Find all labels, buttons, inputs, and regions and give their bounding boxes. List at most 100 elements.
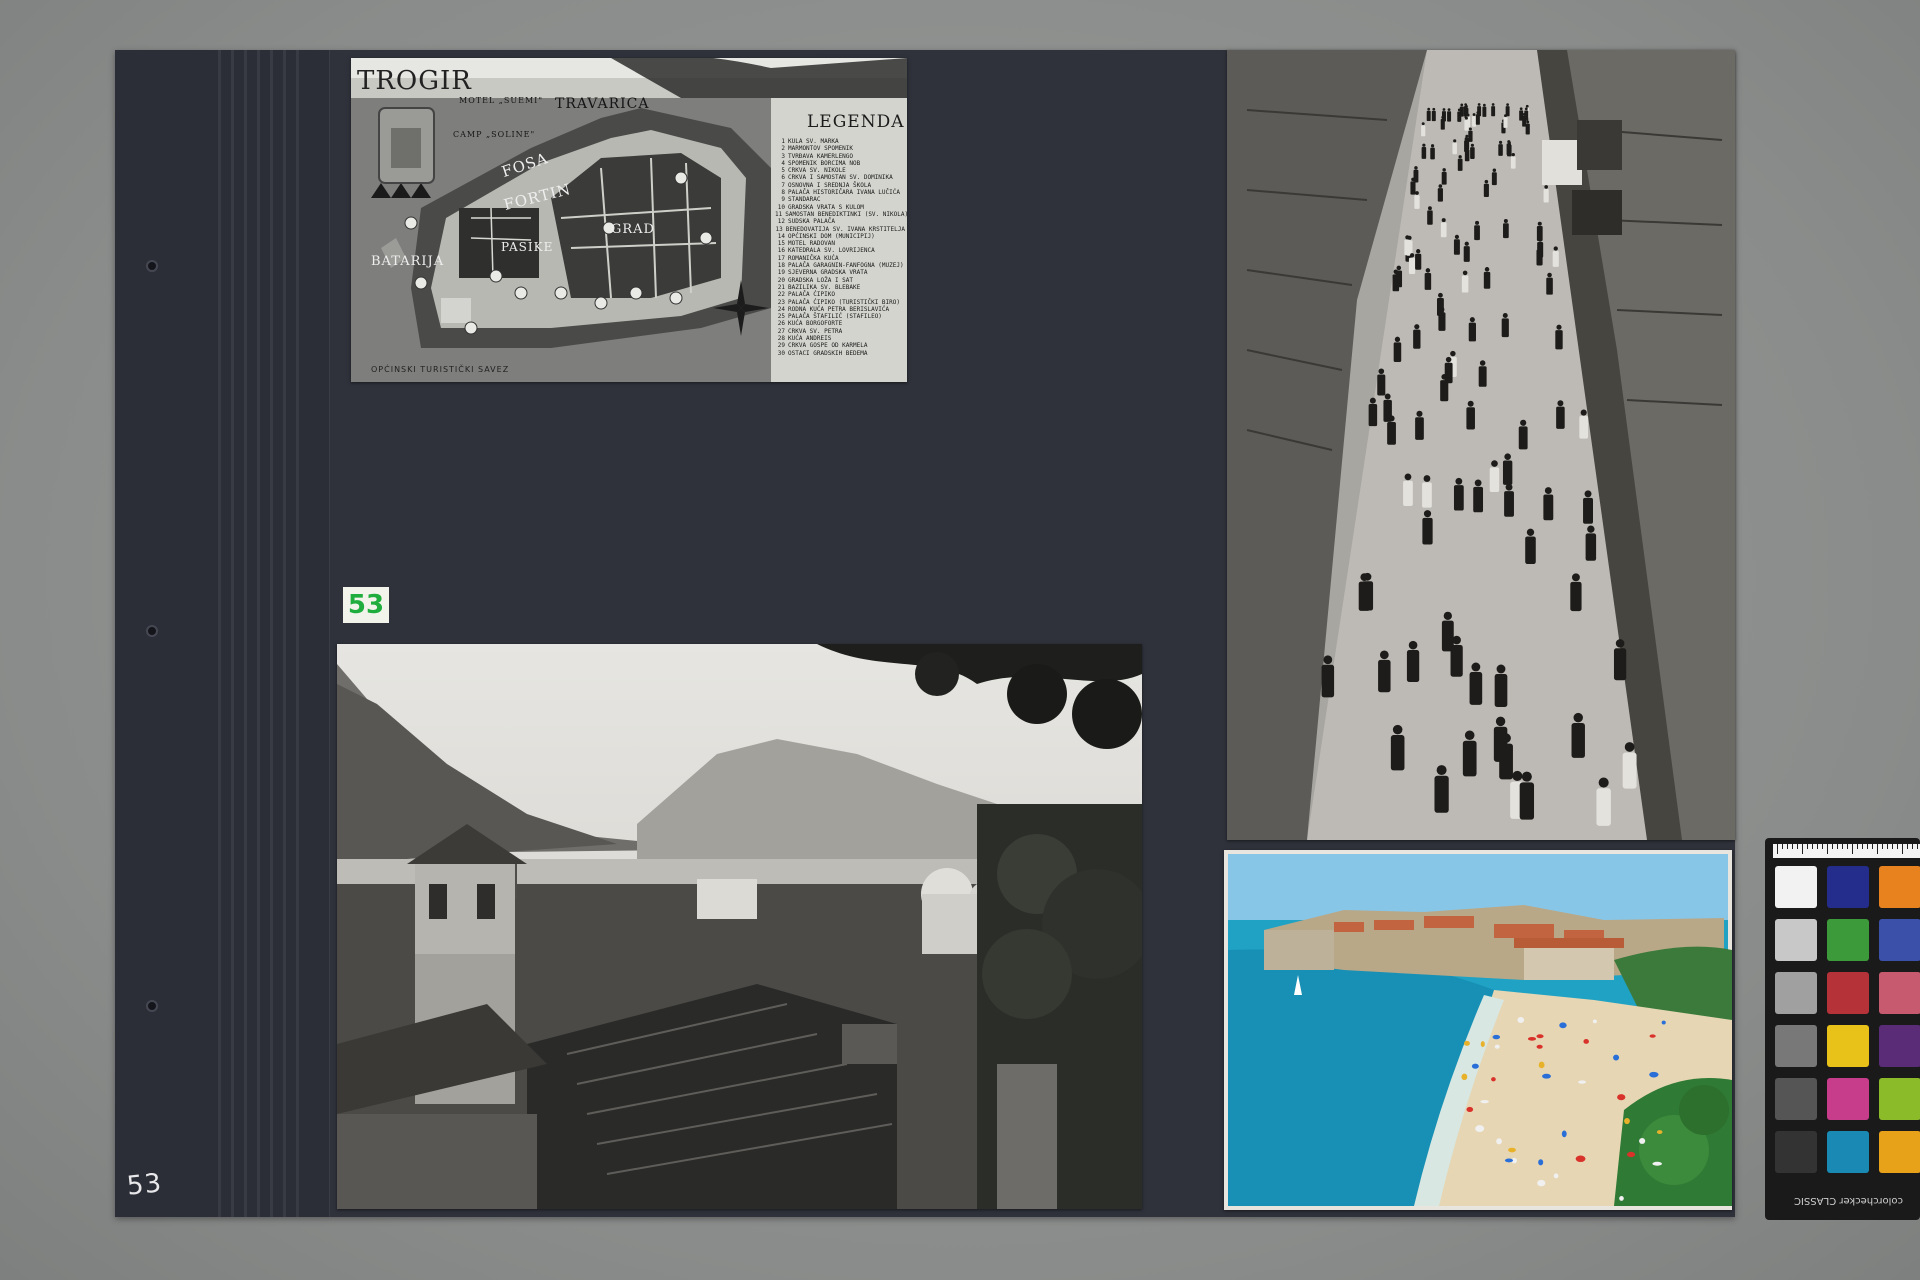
- ruler-tick: [1887, 844, 1888, 849]
- legend-item: 30 OSTACI GRADSKIH BEDEMA: [775, 350, 905, 357]
- color-patch: [1775, 1025, 1817, 1067]
- legend-item: 12 SUDSKA PALAČA: [775, 218, 905, 225]
- legend-number: 24: [777, 305, 785, 313]
- legend-text: SJEVERNA GRADSKA VRATA: [788, 269, 868, 277]
- legend-number: 14: [777, 232, 785, 240]
- color-patch: [1827, 1078, 1869, 1120]
- legend-number: 17: [777, 254, 785, 262]
- legend-text: TVRĐAVA KAMERLENGO: [788, 152, 854, 160]
- legend-number: 9: [781, 196, 785, 204]
- legend-item: 8 PALAČA HISTORIČARA IVANA LUČIĆA: [775, 189, 905, 196]
- legend-text: PALAČA HISTORIČARA IVANA LUČIĆA: [788, 189, 900, 197]
- legend-item: 10 GRADSKA VRATA S KULOM: [775, 204, 905, 211]
- album-page: 53 53 TROGIR MOTEL „SUEMI" TRAVARICA CAM…: [115, 50, 1735, 1217]
- color-patch: [1775, 972, 1817, 1014]
- spine-groove: [257, 50, 260, 1217]
- beach-umbrella: [1661, 1020, 1666, 1025]
- beach-umbrella: [1592, 1019, 1597, 1024]
- beach-umbrella: [1463, 1040, 1470, 1046]
- map-label-motel: MOTEL „SUEMI": [459, 96, 544, 105]
- legend-item: 19 SJEVERNA GRADSKA VRATA: [775, 269, 905, 276]
- legend-number: 3: [781, 152, 785, 160]
- legend-item: 20 GRADSKA LOŽA I SAT: [775, 277, 905, 284]
- number-sticker: 53: [343, 587, 389, 623]
- color-patch: [1879, 1131, 1920, 1173]
- legend-item: 7 OSNOVNA I SREDNJA ŠKOLA: [775, 182, 905, 189]
- ruler-tick: [1882, 844, 1883, 849]
- ruler-tick: [1792, 844, 1793, 849]
- legend-number: 10: [777, 203, 785, 211]
- sticker-number: 53: [347, 590, 385, 620]
- beach-umbrella: [1553, 1173, 1559, 1179]
- spine-groove: [296, 50, 299, 1217]
- color-checker-card: colorchecker CLASSIC: [1765, 838, 1920, 1220]
- map-label-travarica: TRAVARICA: [555, 96, 650, 112]
- beach-umbrella: [1494, 1044, 1500, 1049]
- legend-text: OSTACI GRADSKIH BEDEMA: [788, 349, 868, 357]
- street-crowd-photo: [1227, 50, 1735, 840]
- legend-text: SPOMENIK BORCIMA NOB: [788, 159, 861, 167]
- color-patch: [1879, 1025, 1920, 1067]
- legend-item: 26 KUĆA BORGOFORTE: [775, 320, 905, 327]
- beach-umbrella: [1538, 1061, 1545, 1069]
- beach-umbrella: [1536, 1044, 1543, 1049]
- binding-hole: [146, 260, 158, 272]
- ruler-tick: [1917, 844, 1918, 849]
- beach-umbrella: [1480, 1041, 1485, 1048]
- legend-number: 8: [781, 189, 785, 197]
- legend-text: GRADSKA VRATA S KULOM: [788, 203, 864, 211]
- legend-number: 28: [777, 335, 785, 343]
- map-label-pasike: PASIKE: [501, 240, 554, 254]
- dubrovnik-postcard: [1224, 850, 1732, 1210]
- legend-item: 9 STANDARAC: [775, 196, 905, 203]
- trogir-map-photo: TROGIR MOTEL „SUEMI" TRAVARICA CAMP „SOL…: [351, 58, 907, 382]
- legend-number: 12: [777, 218, 785, 226]
- legend-text: GRADSKA LOŽA I SAT: [788, 276, 854, 284]
- color-patch: [1775, 1131, 1817, 1173]
- legend-text: BENEDOVATIJA SV. IVANA KRSTITELJA: [785, 225, 905, 233]
- beach-umbrella: [1626, 1151, 1636, 1158]
- spine-groove: [270, 50, 273, 1217]
- legend-number: 26: [777, 320, 785, 328]
- legend-item: 13 BENEDOVATIJA SV. IVANA KRSTITELJA: [775, 226, 905, 233]
- legend-number: 4: [781, 159, 785, 167]
- color-patch: [1879, 866, 1920, 908]
- map-label-camp: CAMP „SOLINE": [453, 130, 536, 139]
- legend-text: CRKVA GOSPE OD KARMELA: [788, 342, 868, 350]
- legend-number: 11: [775, 210, 783, 218]
- legend-item: 21 BAZILIKA SV. BLEBAKE: [775, 284, 905, 291]
- beach-umbrella: [1508, 1147, 1516, 1153]
- legend-text: CRKVA I SAMOSTAN SV. DOMINIKA: [788, 174, 893, 182]
- map-legend-title: LEGENDA: [807, 112, 905, 132]
- legend-number: 6: [781, 174, 785, 182]
- legend-item: 28 KUĆA ANDREIS: [775, 335, 905, 342]
- ruler-tick: [1842, 844, 1843, 849]
- spine-groove: [244, 50, 247, 1217]
- map-label-grad: GRAD: [611, 222, 655, 237]
- kotor-photo-image: [337, 644, 1142, 1209]
- legend-item: 16 KATEDRALA SV. LOVRIJENCA: [775, 247, 905, 254]
- legend-text: SAMOSTAN BENEDIKTINKI (SV. NIKOLA): [785, 210, 907, 218]
- legend-item: 22 PALAČA ĆIPIKO: [775, 291, 905, 298]
- binding-hole: [146, 1000, 158, 1012]
- spine-groove: [231, 50, 234, 1217]
- beach-umbrella: [1575, 1155, 1586, 1163]
- legend-number: 23: [777, 298, 785, 306]
- beach-umbrella: [1617, 1094, 1626, 1101]
- legend-text: KATEDRALA SV. LOVRIJENCA: [788, 247, 875, 255]
- map-footer: OPĆINSKI TURISTIČKI SAVEZ: [371, 365, 510, 374]
- ruler-tick: [1867, 844, 1868, 849]
- legend-number: 22: [777, 291, 785, 299]
- spine-groove: [283, 50, 286, 1217]
- ruler-tick: [1797, 844, 1798, 849]
- beach-umbrella: [1624, 1117, 1630, 1125]
- beach-umbrella: [1652, 1161, 1662, 1166]
- beach-umbrella: [1619, 1195, 1624, 1201]
- legend-item: 6 CRKVA I SAMOSTAN SV. DOMINIKA: [775, 174, 905, 181]
- legend-number: 1: [781, 138, 785, 145]
- color-patch: [1775, 866, 1817, 908]
- legend-text: ROMANIČKA KUĆA: [788, 254, 839, 262]
- legend-item: 27 CRKVA SV. PETRA: [775, 328, 905, 335]
- page-number: 53: [125, 1168, 164, 1202]
- legend-text: CRKVA SV. PETRA: [788, 327, 843, 335]
